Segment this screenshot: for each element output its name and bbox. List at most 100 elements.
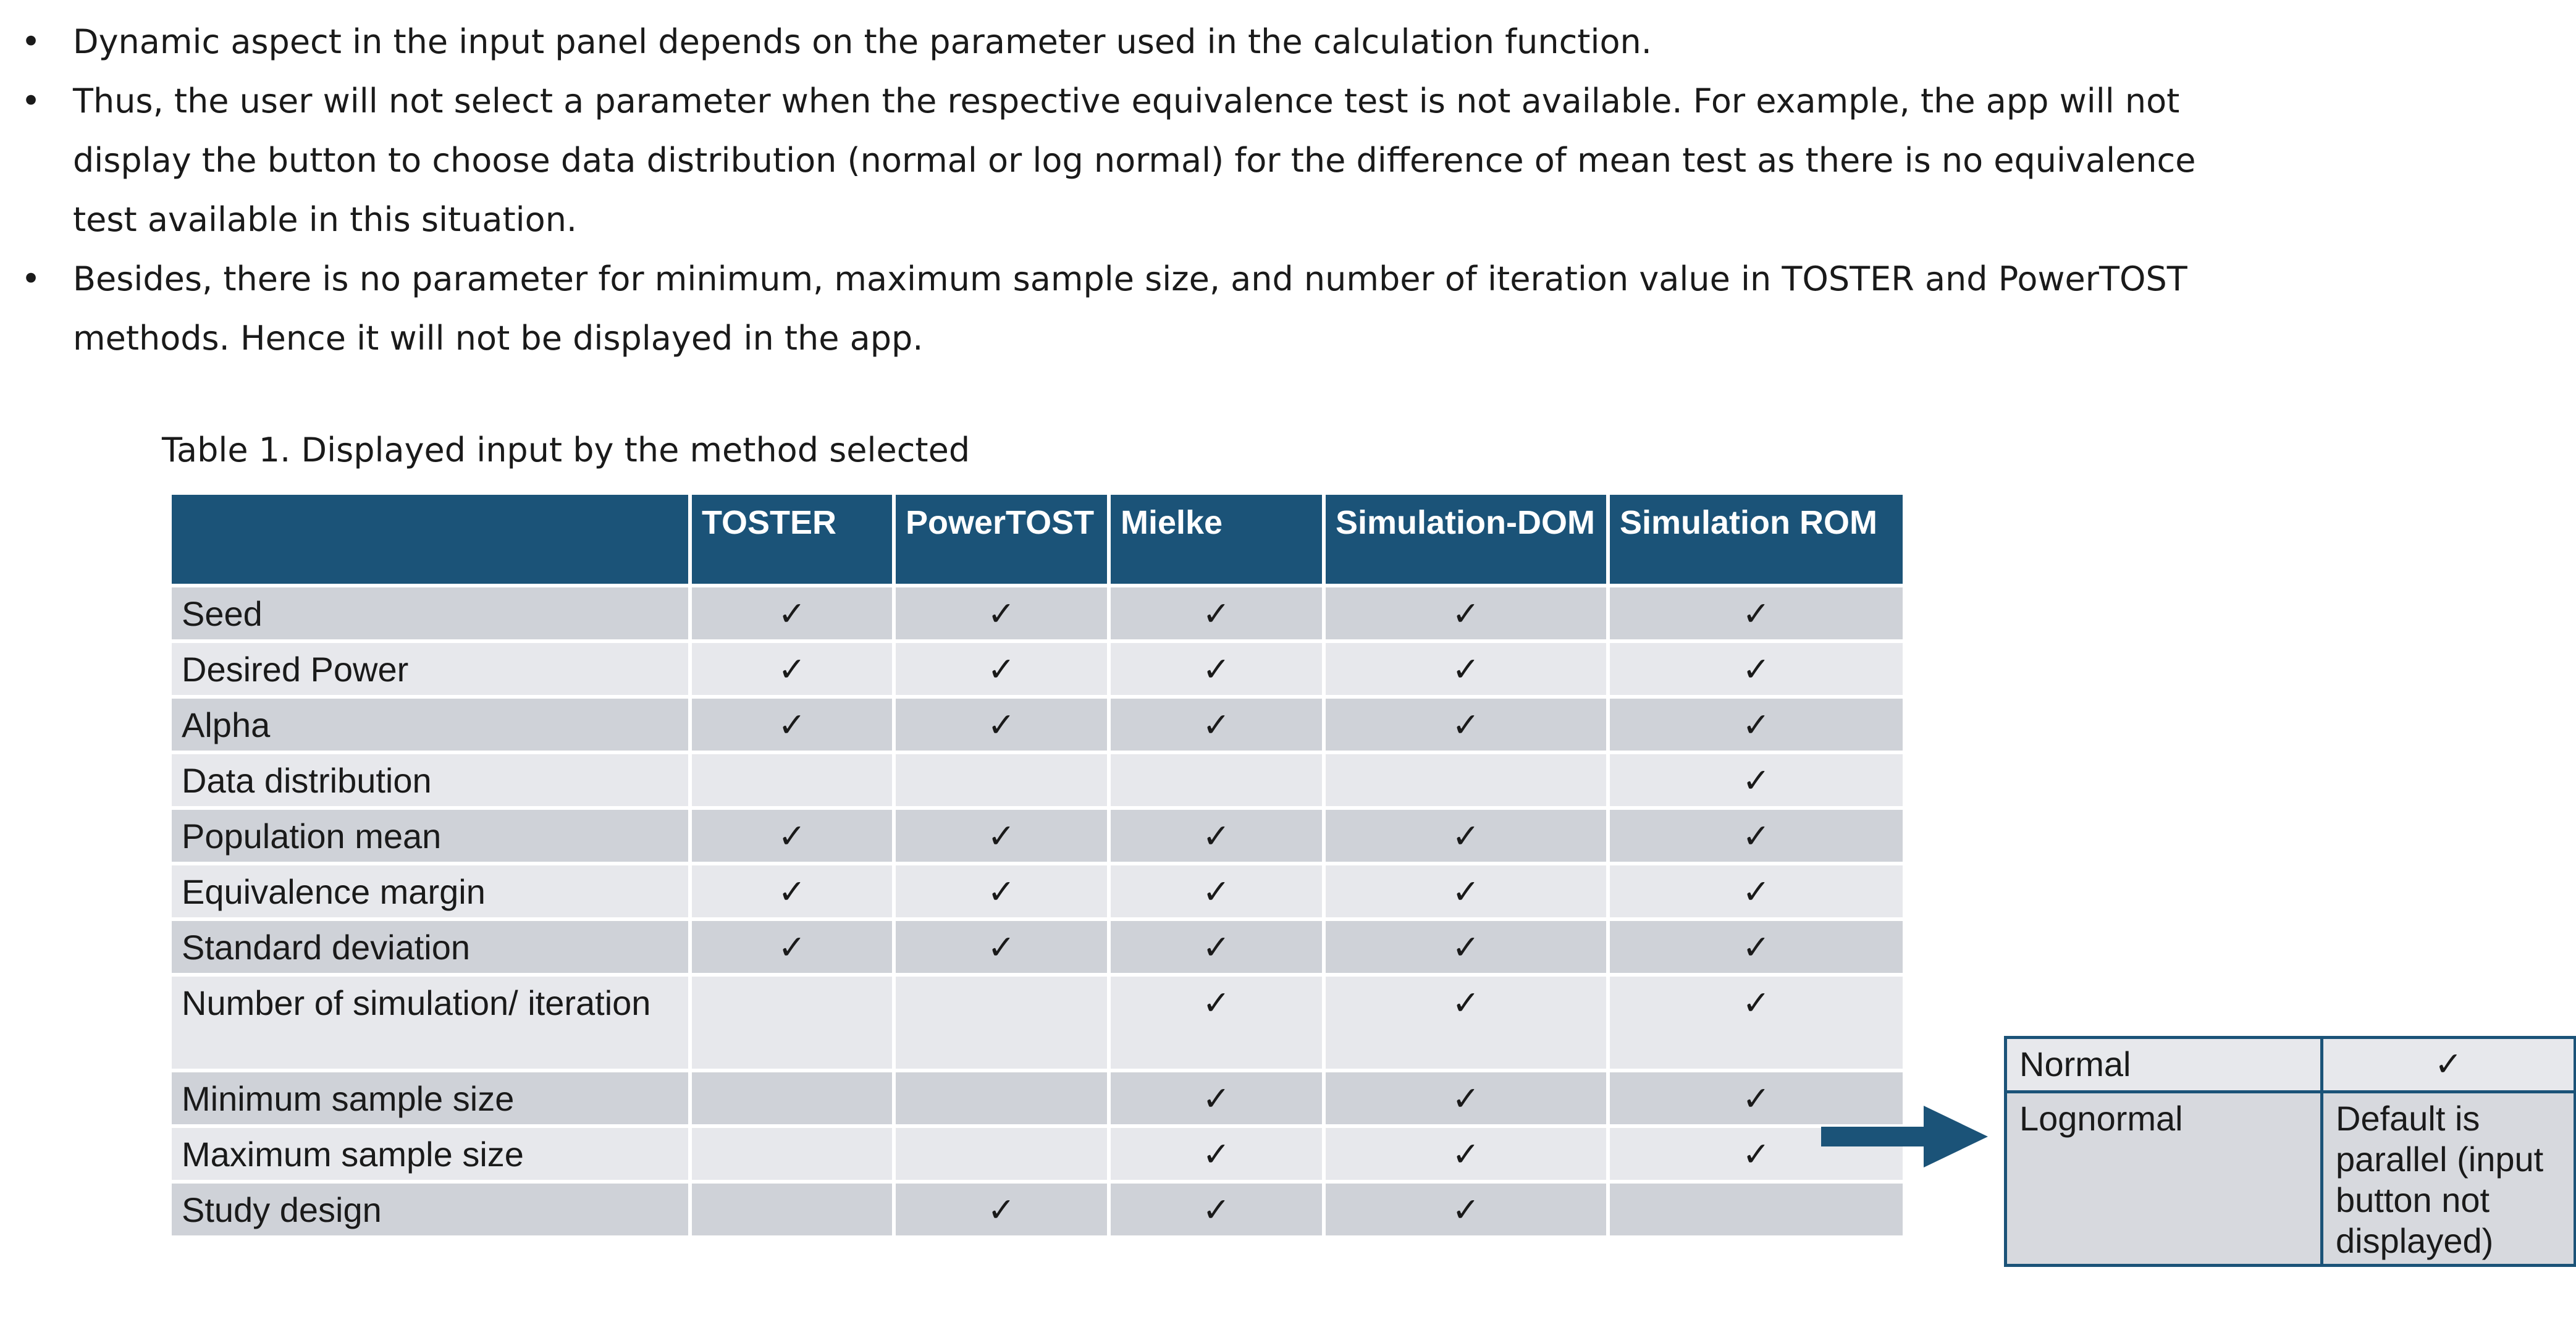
check-cell [892, 1069, 1111, 1128]
bullet-item: • Thus, the user will not select a param… [19, 72, 2255, 250]
check-cell: ✓ [1606, 806, 1906, 865]
check-cell: ✓ [892, 584, 1111, 643]
table-row: Minimum sample size ✓ ✓ ✓ [168, 1069, 1906, 1128]
check-cell: ✓ [1606, 695, 1906, 754]
row-label: Seed [168, 584, 692, 643]
check-cell [1107, 751, 1326, 810]
check-cell: ✓ [1107, 695, 1326, 754]
check-cell: ✓ [1107, 1069, 1326, 1128]
check-cell: ✓ [1322, 917, 1610, 977]
table-row: Population mean ✓ ✓ ✓ ✓ ✓ [168, 806, 1906, 865]
table-row: Alpha ✓ ✓ ✓ ✓ ✓ [168, 695, 1906, 754]
check-cell [892, 1124, 1111, 1184]
check-cell: ✓ [1322, 695, 1610, 754]
column-header: Simulation-DOM [1322, 491, 1610, 587]
check-cell: ✓ [688, 639, 896, 699]
check-cell: ✓ [892, 917, 1111, 977]
bullet-text: Dynamic aspect in the input panel depend… [73, 22, 1652, 61]
check-cell [1606, 1180, 1906, 1239]
table-row: Data distribution ✓ [168, 751, 1906, 810]
check-cell: ✓ [1606, 917, 1906, 977]
table-row: Study design ✓ ✓ ✓ [168, 1180, 1906, 1239]
table-row: Number of simulation/ iteration ✓ ✓ ✓ [168, 973, 1906, 1072]
check-cell: ✓ [1606, 584, 1906, 643]
row-label: Population mean [168, 806, 692, 865]
check-cell [892, 973, 1111, 1072]
bullet-dot: • [21, 82, 41, 120]
distribution-label: Lognormal [2004, 1090, 2323, 1267]
row-label: Desired Power [168, 639, 692, 699]
check-cell: ✓ [688, 695, 896, 754]
check-cell: ✓ [1606, 973, 1906, 1072]
bullet-dot: • [21, 22, 41, 61]
corner-header [168, 491, 692, 587]
bullet-text: Thus, the user will not select a paramet… [73, 82, 2196, 239]
check-cell: ✓ [1322, 862, 1610, 921]
check-cell: ✓ [892, 1180, 1111, 1239]
distribution-label: Normal [2004, 1036, 2323, 1093]
check-cell: ✓ [1107, 806, 1326, 865]
row-label: Alpha [168, 695, 692, 754]
column-header: PowerTOST [892, 491, 1111, 587]
check-cell: ✓ [1606, 751, 1906, 810]
distribution-note: Default is parallel (input button not di… [2320, 1090, 2576, 1267]
column-header: TOSTER [688, 491, 896, 587]
check-cell: ✓ [1107, 1124, 1326, 1184]
check-cell [688, 751, 896, 810]
bullet-dot: • [21, 259, 41, 298]
distribution-table: Normal ✓ Lognormal Default is parallel (… [2004, 1036, 2576, 1267]
check-cell [688, 1124, 896, 1184]
table-row: Lognormal Default is parallel (input but… [2004, 1090, 2576, 1267]
row-label: Standard deviation [168, 917, 692, 977]
check-cell: ✓ [1322, 973, 1610, 1072]
table-row: Seed ✓ ✓ ✓ ✓ ✓ [168, 584, 1906, 643]
check-cell: ✓ [1322, 639, 1610, 699]
check-cell: ✓ [892, 639, 1111, 699]
check-cell: ✓ [2320, 1036, 2576, 1093]
check-cell: ✓ [1107, 973, 1326, 1072]
check-cell: ✓ [1107, 862, 1326, 921]
column-header: Mielke [1107, 491, 1326, 587]
column-header: Simulation ROM [1606, 491, 1906, 587]
table-header-row: TOSTER PowerTOST Mielke Simulation-DOM S… [168, 491, 1906, 587]
table-row: Standard deviation ✓ ✓ ✓ ✓ ✓ [168, 917, 1906, 977]
row-label: Maximum sample size [168, 1124, 692, 1184]
table-caption: Table 1. Displayed input by the method s… [162, 431, 970, 469]
check-cell: ✓ [688, 917, 896, 977]
check-cell: ✓ [1107, 917, 1326, 977]
row-label: Number of simulation/ iteration [168, 973, 692, 1072]
check-cell: ✓ [1322, 806, 1610, 865]
check-cell: ✓ [1606, 862, 1906, 921]
bullet-list: • Dynamic aspect in the input panel depe… [19, 12, 2255, 368]
check-cell: ✓ [688, 584, 896, 643]
row-label: Study design [168, 1180, 692, 1239]
method-input-table: TOSTER PowerTOST Mielke Simulation-DOM S… [168, 491, 1906, 1239]
check-cell: ✓ [1322, 1124, 1610, 1184]
check-cell [892, 751, 1111, 810]
check-cell: ✓ [1107, 584, 1326, 643]
check-cell: ✓ [892, 695, 1111, 754]
table-row: Maximum sample size ✓ ✓ ✓ [168, 1124, 1906, 1184]
check-cell: ✓ [688, 862, 896, 921]
check-cell: ✓ [1322, 584, 1610, 643]
check-cell [688, 1180, 896, 1239]
check-cell: ✓ [892, 806, 1111, 865]
bullet-text: Besides, there is no parameter for minim… [73, 259, 2187, 358]
table-row: Equivalence margin ✓ ✓ ✓ ✓ ✓ [168, 862, 1906, 921]
check-cell: ✓ [892, 862, 1111, 921]
bullet-item: • Besides, there is no parameter for min… [19, 250, 2255, 368]
row-label: Equivalence margin [168, 862, 692, 921]
table-row: Normal ✓ [2004, 1036, 2576, 1093]
check-cell: ✓ [1107, 639, 1326, 699]
check-cell: ✓ [1107, 1180, 1326, 1239]
check-cell: ✓ [1606, 639, 1906, 699]
check-cell: ✓ [688, 806, 896, 865]
row-label: Data distribution [168, 751, 692, 810]
check-cell [688, 1069, 896, 1128]
check-cell [688, 973, 896, 1072]
table-row: Desired Power ✓ ✓ ✓ ✓ ✓ [168, 639, 1906, 699]
check-cell [1322, 751, 1610, 810]
check-cell: ✓ [1322, 1180, 1610, 1239]
row-label: Minimum sample size [168, 1069, 692, 1128]
check-cell: ✓ [1322, 1069, 1610, 1128]
